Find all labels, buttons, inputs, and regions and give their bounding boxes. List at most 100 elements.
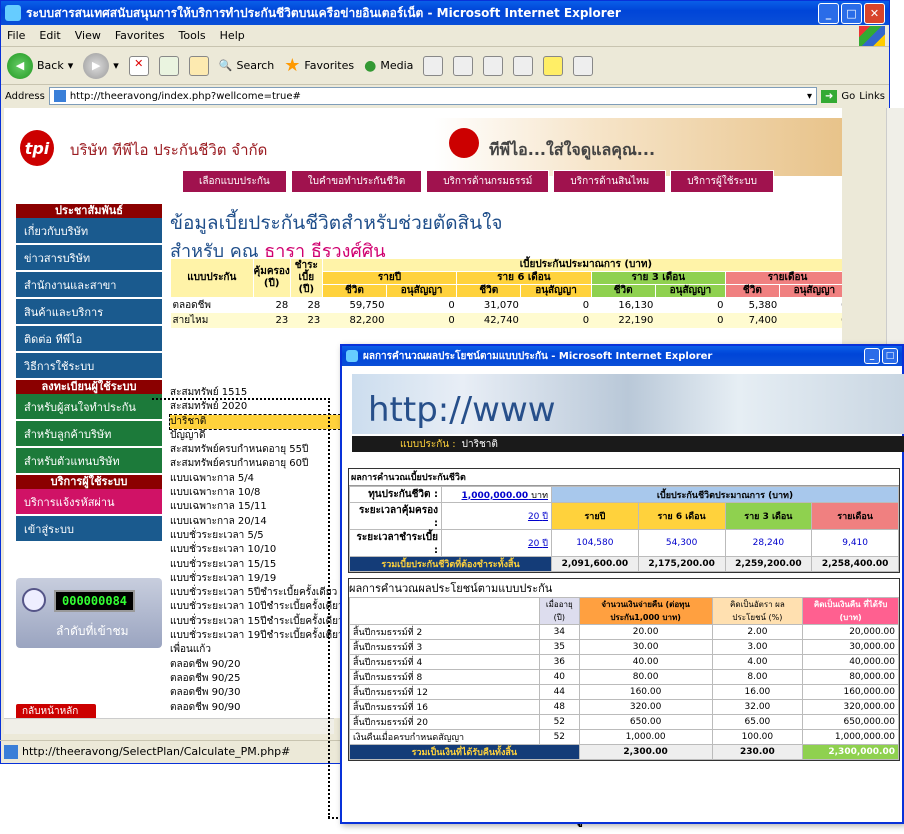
chevron-down-icon[interactable]: ▾ <box>807 91 812 102</box>
print-icon[interactable] <box>483 55 504 76</box>
stop-icon[interactable]: ✕ <box>128 55 149 76</box>
media-icon: ● <box>364 57 377 74</box>
table-row[interactable]: สายไหม 23 23 82,200 0 42,740 0 22,190 0 … <box>170 313 842 328</box>
home-icon[interactable] <box>188 55 209 76</box>
menu-tools[interactable]: Tools <box>179 29 206 42</box>
list-item[interactable]: แบบเฉพาะกาล 10/8 <box>170 486 360 500</box>
nav-application[interactable]: ใบคำขอทำประกันชีวิต <box>290 170 423 193</box>
banner-slogan: ทีพีไอ...ใส่ใจดูแลคุณ... <box>489 140 656 159</box>
menu-bar: File Edit View Favorites Tools Help <box>1 25 889 47</box>
list-item[interactable]: แบบชั่วระยะเวลา 10ปีชำระเบี้ยครั้งเดียว <box>170 600 360 614</box>
table-row: สิ้นปีกรมธรรม์ที่ 12 44 160.00 16.00 160,000… <box>349 684 899 700</box>
sidebar-item-news[interactable]: ข่าวสารบริษัท <box>16 245 162 272</box>
ie-icon <box>346 350 358 362</box>
table-row: สิ้นปีกรมธรรม์ที่ 8 40 80.00 8.00 80,000.00 <box>349 669 899 685</box>
minimize-button[interactable]: _ <box>818 2 839 24</box>
menu-view[interactable]: View <box>75 29 101 42</box>
list-item[interactable]: แบบเฉพาะกาล 5/4 <box>170 472 360 486</box>
menu-favorites[interactable]: Favorites <box>115 29 165 42</box>
messenger-icon[interactable] <box>573 55 594 76</box>
status-bar: http://theeravong/SelectPlan/Calculate_P… <box>0 740 340 762</box>
visitor-counter: 000000084 ลำดับที่เข้าชม <box>16 578 162 648</box>
mail-icon[interactable] <box>453 55 474 76</box>
grand-total: 2,300,000.00 <box>802 744 899 760</box>
nav-select-plan[interactable]: เลือกแบบประกัน <box>182 170 287 193</box>
col-rider: อนุสัญญา <box>520 284 592 298</box>
list-item[interactable]: ตลอดชีพ 90/25 <box>170 672 360 686</box>
sidebar-item-contact[interactable]: ติดต่อ ทีพีไอ <box>16 326 162 353</box>
menu-file[interactable]: File <box>7 29 25 42</box>
list-item[interactable]: ตลอดชีพ 90/90 <box>170 701 360 715</box>
sidebar-item-prospect[interactable]: สำหรับผู้สนใจทำประกัน <box>16 394 162 421</box>
list-item[interactable]: แบบชั่วระยะเวลา 19ปีชำระเบี้ยครั้งเดียว <box>170 629 360 643</box>
sidebar-item-login[interactable]: เข้าสู่ระบบ <box>16 516 162 543</box>
list-item[interactable]: แบบเฉพาะกาล 15/11 <box>170 500 360 514</box>
col-cover: คุ้มครอง (ปี) <box>252 258 291 298</box>
go-arrow-icon[interactable]: ➜ <box>821 89 838 103</box>
favorites-button[interactable]: ★ Favorites <box>284 55 354 76</box>
list-item[interactable]: สะสมทรัพย์ครบกำหนดอายุ 60ปี <box>170 457 360 471</box>
calc1-caption: ผลการคำนวณเบี้ยประกันชีวิต <box>349 469 899 486</box>
cell: 0 <box>582 300 590 311</box>
list-item[interactable]: แบบเฉพาะกาล 20/14 <box>170 515 360 529</box>
sidebar-item-customer[interactable]: สำหรับลูกค้าบริษัท <box>16 421 162 448</box>
media-button[interactable]: ● Media <box>364 58 413 74</box>
sum-label: ทุนประกันชีวิต : <box>349 486 442 503</box>
maximize-button[interactable]: □ <box>882 348 898 364</box>
go-button[interactable]: Go <box>841 91 855 102</box>
menu-edit[interactable]: Edit <box>39 29 60 42</box>
sidebar-item-products[interactable]: สินค้าและบริการ <box>16 299 162 326</box>
list-item[interactable]: สะสมทรัพย์ครบกำหนดอายุ 55ปี <box>170 443 360 457</box>
sidebar-item-howto[interactable]: วิธีการใช้ระบบ <box>16 353 162 380</box>
list-item[interactable]: ตลอดชีพ 90/30 <box>170 686 360 700</box>
list-item-selected[interactable]: ปาริชาติ <box>169 413 361 430</box>
col-half: ราย 6 เดือน <box>637 502 726 530</box>
horizontal-scrollbar[interactable] <box>4 718 334 734</box>
col-plan: แบบประกัน <box>170 258 254 298</box>
calc2-caption: ผลการคำนวณผลประโยชน์ตามแบบประกัน <box>349 582 553 595</box>
nav-policy-service[interactable]: บริการด้านกรมธรรม์ <box>426 170 550 193</box>
links-button[interactable]: Links <box>859 91 885 102</box>
list-item[interactable]: ตลอดชีพ 90/20 <box>170 658 360 672</box>
list-item[interactable]: แบบชั่วระยะเวลา 19/19 <box>170 572 360 586</box>
cell: 9,410 <box>811 529 899 557</box>
list-item[interactable]: เพื่อนแก้ว <box>170 643 360 657</box>
sidebar-item-about[interactable]: เกี่ยวกับบริษัท <box>16 218 162 245</box>
col-pay: ชำระเบี้ย (ปี) <box>289 258 323 298</box>
cell: 16.00 <box>711 684 804 700</box>
list-item[interactable]: แบบชั่วระยะเวลา 15/15 <box>170 558 360 572</box>
forward-button[interactable]: ▶ ▾ <box>83 52 119 79</box>
menu-help[interactable]: Help <box>220 29 245 42</box>
close-button[interactable]: ✕ <box>864 2 885 24</box>
list-item[interactable]: สะสมทรัพย์ 2020 <box>170 400 360 414</box>
nav-user-service[interactable]: บริการผู้ใช้ระบบ <box>670 170 774 193</box>
table-row[interactable]: ตลอดชีพ 28 28 59,750 0 31,070 0 16,130 0… <box>171 298 843 314</box>
cell: 40,000.00 <box>802 654 899 670</box>
cell: 42,740 <box>456 313 521 328</box>
list-item[interactable]: แบบชั่วระยะเวลา 5/5 <box>170 529 360 543</box>
back-button[interactable]: ◀ Back ▾ <box>7 52 74 79</box>
banner: ทีพีไอ...ใส่ใจดูแลคุณ... <box>434 118 842 176</box>
home-button[interactable]: กลับหน้าหลัก <box>16 704 96 718</box>
pay-label: ระยะเวลาชำระเบี้ย : <box>349 529 442 557</box>
search-button[interactable]: 🔍 Search <box>219 59 275 72</box>
list-item[interactable]: ปัญญาดี <box>170 429 360 443</box>
list-item[interactable]: แบบชั่วระยะเวลา 15ปีชำระเบี้ยครั้งเดียว <box>170 615 360 629</box>
chevron-down-icon: ▾ <box>67 59 74 72</box>
plan-bar: แบบประกัน : ปาริชาติ <box>352 436 904 452</box>
sidebar-item-offices[interactable]: สำนักงานและสาขา <box>16 272 162 299</box>
sidebar-item-password[interactable]: บริการแจ้งรหัสผ่าน <box>16 489 162 516</box>
list-item[interactable]: แบบชั่วระยะเวลา 10/10 <box>170 543 360 557</box>
list-item[interactable]: แบบชั่วระยะเวลา 5ปีชำระเบี้ยครั้งเดียว <box>170 586 360 600</box>
year-unit: ปี <box>542 539 548 549</box>
folder-icon[interactable] <box>543 55 564 76</box>
cell: 320.00 <box>578 699 713 715</box>
minimize-button[interactable]: _ <box>864 348 880 364</box>
refresh-icon[interactable] <box>158 55 179 76</box>
edit-icon[interactable] <box>513 55 534 76</box>
maximize-button[interactable]: □ <box>841 2 862 24</box>
history-icon[interactable] <box>423 55 444 76</box>
nav-claim-service[interactable]: บริการด้านสินไหม <box>553 170 667 193</box>
address-input[interactable]: http://theeravong/index.php?wellcome=tru… <box>48 87 818 105</box>
sidebar-item-agent[interactable]: สำหรับตัวแทนบริษัท <box>16 448 162 475</box>
